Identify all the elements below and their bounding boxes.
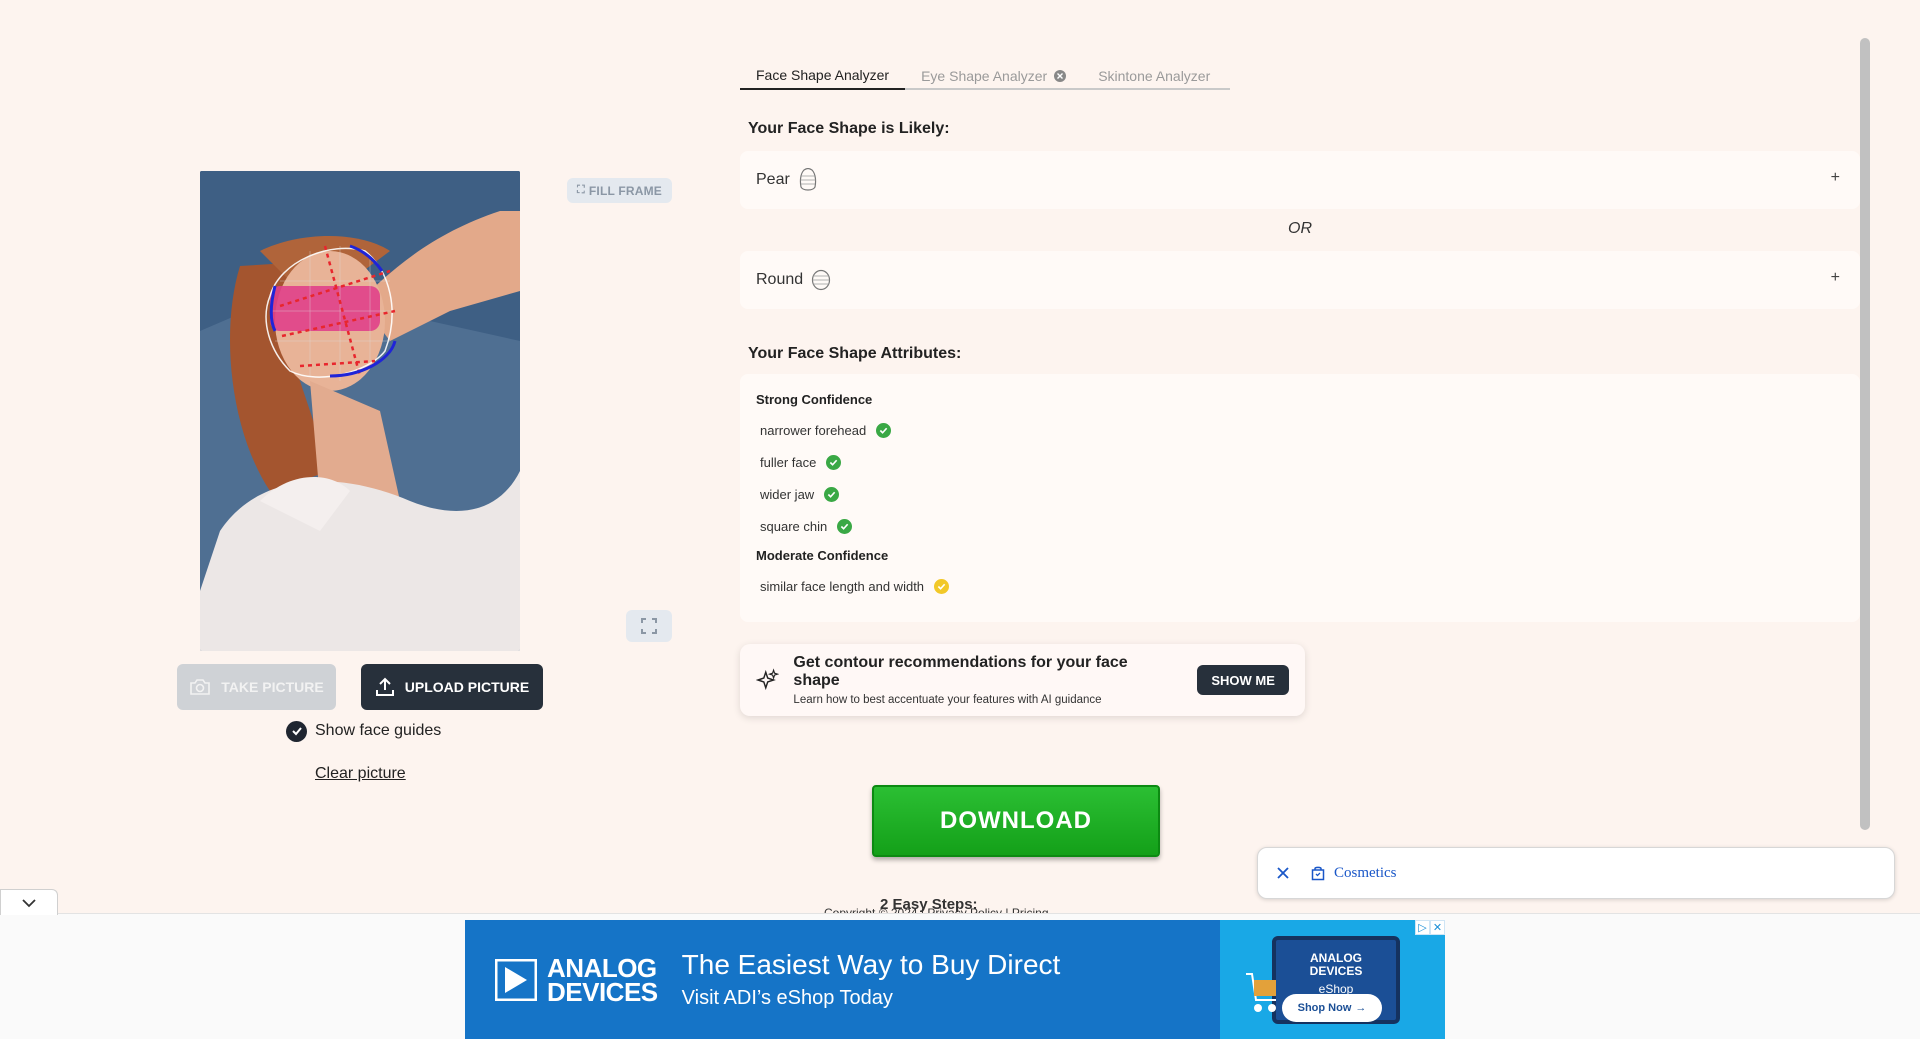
tab-label: Skintone Analyzer	[1098, 68, 1211, 84]
analog-devices-logo-icon	[495, 958, 537, 1001]
check-green-icon	[824, 486, 840, 502]
upload-picture-label: UPLOAD PICTURE	[404, 679, 530, 695]
show-me-button[interactable]: SHOW ME	[1197, 665, 1289, 695]
analyzer-tabs: Face Shape Analyzer Eye Shape Analyzer S…	[740, 62, 1230, 90]
shop-now-button[interactable]: Shop Now →	[1282, 994, 1382, 1022]
result-card-pear[interactable]: Pear +	[740, 151, 1860, 209]
contour-recommendations-card: Get contour recommendations for your fac…	[740, 644, 1305, 716]
pear-face-icon	[799, 168, 816, 191]
fullscreen-icon	[641, 618, 657, 634]
check-yellow-icon	[934, 578, 950, 594]
collapse-ad-button[interactable]	[0, 889, 58, 915]
shopping-cart-icon	[1246, 973, 1276, 1012]
ad-subline: Visit ADI’s eShop Today	[681, 987, 893, 1009]
ad-choices-icon[interactable]: ▷	[1415, 920, 1430, 935]
fill-frame-button[interactable]: ⛶ FILL FRAME	[567, 178, 672, 203]
attributes-card: Strong Confidence narrower forehead full…	[740, 374, 1860, 622]
ad-choices[interactable]: ▷ ✕	[1415, 920, 1445, 935]
clear-picture-link[interactable]: Clear picture	[315, 765, 406, 783]
tab-label: Face Shape Analyzer	[756, 67, 890, 83]
ad-headline: The Easiest Way to Buy Direct	[681, 949, 1061, 980]
ad-laptop-brand2: DEVICES	[1309, 964, 1363, 978]
check-green-icon	[837, 518, 853, 534]
take-picture-button[interactable]: TAKE PICTURE	[177, 664, 336, 710]
scrollbar[interactable]	[1860, 38, 1870, 830]
attribute-label: square chin	[760, 518, 828, 534]
check-green-icon	[876, 422, 892, 438]
tab-label: Eye Shape Analyzer	[921, 68, 1048, 84]
camera-icon	[190, 679, 211, 695]
download-button[interactable]: DOWNLOAD	[872, 785, 1160, 857]
fill-frame-label: FILL FRAME	[588, 183, 662, 198]
arrow-right-icon: →	[1355, 1002, 1367, 1014]
cosmetics-label: Cosmetics	[1334, 864, 1397, 881]
attribute-label: wider jaw	[760, 486, 815, 502]
tab-skintone-analyzer[interactable]: Skintone Analyzer	[1082, 62, 1226, 90]
attribute-item: square chin	[760, 516, 1844, 536]
shopping-bag-icon	[1311, 866, 1325, 881]
result-name-round: Round	[756, 271, 804, 288]
close-circle-icon[interactable]	[1054, 70, 1067, 82]
ad-brand-line2: DEVICES	[547, 976, 658, 1007]
expand-pear-icon[interactable]: +	[1831, 169, 1840, 187]
attributes-heading: Your Face Shape Attributes:	[748, 345, 962, 362]
sparkles-icon	[756, 668, 780, 691]
attribute-item: narrower forehead	[760, 420, 1844, 440]
tab-face-shape-analyzer[interactable]: Face Shape Analyzer	[740, 62, 906, 90]
attribute-item: fuller face	[760, 452, 1844, 472]
strong-confidence-label: Strong Confidence	[756, 392, 873, 407]
fullscreen-button[interactable]	[626, 610, 672, 642]
upload-icon	[375, 677, 394, 696]
steps-heading: 2 Easy Steps:	[880, 896, 978, 913]
show-face-guides-toggle[interactable]: Show face guides	[286, 720, 441, 742]
take-picture-label: TAKE PICTURE	[221, 679, 324, 695]
expand-round-icon[interactable]: +	[1831, 269, 1840, 287]
cosmetics-chip[interactable]: Cosmetics	[1257, 847, 1895, 899]
attribute-item: wider jaw	[760, 484, 1844, 504]
contour-title: Get contour recommendations for your fac…	[793, 654, 1128, 689]
check-green-icon	[826, 454, 842, 470]
attribute-label: fuller face	[760, 454, 817, 470]
chevron-down-icon	[22, 898, 36, 907]
fill-frame-icon: ⛶	[576, 184, 585, 196]
checkbox-checked-icon[interactable]	[286, 720, 307, 742]
round-face-icon	[812, 269, 831, 291]
attribute-label: similar face length and width	[760, 578, 925, 594]
contour-subtitle: Learn how to best accentuate your featur…	[793, 694, 1102, 706]
attribute-item: similar face length and width	[760, 576, 1844, 596]
result-card-round[interactable]: Round +	[740, 251, 1860, 309]
result-name-pear: Pear	[756, 171, 790, 188]
analog-devices-ad[interactable]: ANALOG DEVICES The Easiest Way to Buy Di…	[465, 920, 1445, 1039]
shop-now-label: Shop Now	[1297, 1002, 1352, 1014]
face-shape-heading: Your Face Shape is Likely:	[748, 120, 950, 137]
face-photo	[200, 171, 520, 651]
close-icon[interactable]	[1276, 866, 1290, 880]
upload-picture-button[interactable]: UPLOAD PICTURE	[361, 664, 543, 710]
ad-image: ANALOG DEVICES eShop Shop Now → ▷ ✕	[1220, 920, 1445, 1039]
ad-brand-line1: ANALOG	[547, 952, 657, 983]
moderate-confidence-label: Moderate Confidence	[756, 548, 889, 563]
attribute-label: narrower forehead	[760, 422, 867, 438]
ad-close-icon[interactable]: ✕	[1430, 920, 1445, 935]
show-face-guides-label: Show face guides	[315, 722, 442, 739]
or-separator: OR	[1288, 220, 1312, 237]
tab-eye-shape-analyzer[interactable]: Eye Shape Analyzer	[905, 62, 1082, 90]
